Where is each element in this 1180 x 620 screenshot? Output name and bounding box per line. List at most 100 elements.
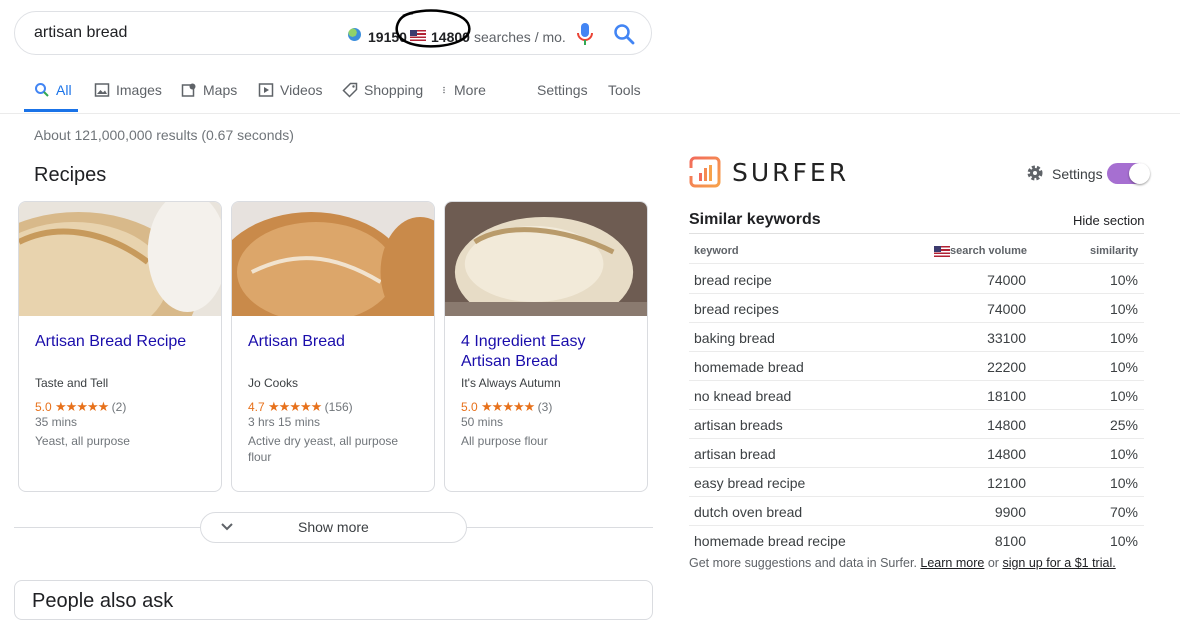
- tab-shopping-label: Shopping: [364, 82, 424, 98]
- recipe-source: Taste and Tell: [35, 376, 109, 390]
- show-more-label: Show more: [298, 519, 369, 535]
- recipe-image-bread: [19, 202, 221, 316]
- tab-maps[interactable]: Maps: [181, 82, 237, 98]
- volume-cell: 9900: [994, 504, 1026, 520]
- volume-cell: 12100: [987, 475, 1026, 491]
- recipe-title-link[interactable]: 4 Ingredient Easy Artisan Bread: [461, 332, 636, 372]
- volume-cell: 18100: [987, 388, 1026, 404]
- keyword-cell[interactable]: no knead bread: [694, 388, 791, 404]
- keyword-row: easy bread recipe 12100 10%: [689, 468, 1144, 497]
- keyword-cell[interactable]: homemade bread: [694, 359, 804, 375]
- similarity-cell: 10%: [1109, 446, 1138, 462]
- toggle-knob[interactable]: [1129, 163, 1150, 184]
- tab-all-label: All: [56, 82, 72, 98]
- hand-drawn-circle-annotation: [395, 9, 471, 48]
- tab-images[interactable]: Images: [94, 82, 162, 98]
- recipe-rating: 5.0 ★★★★★ (2): [35, 399, 126, 415]
- recipe-time: 35 mins: [35, 415, 78, 429]
- star-rating-icons: ★★★★★: [268, 399, 322, 414]
- recipe-title-link[interactable]: Artisan Bread: [248, 332, 423, 352]
- tab-settings[interactable]: Settings: [537, 82, 588, 98]
- recipe-rating: 5.0 ★★★★★ (3): [461, 399, 552, 415]
- keyword-row: artisan breads 14800 25%: [689, 410, 1144, 439]
- tab-videos-label: Videos: [280, 82, 323, 98]
- tab-tools[interactable]: Tools: [608, 82, 641, 98]
- keyword-cell[interactable]: easy bread recipe: [694, 475, 805, 491]
- keyword-cell[interactable]: baking bread: [694, 330, 775, 346]
- rating-value: 4.7: [248, 400, 265, 414]
- similarity-cell: 10%: [1109, 388, 1138, 404]
- keyword-cell[interactable]: bread recipe: [694, 272, 772, 288]
- tab-tools-label: Tools: [608, 82, 641, 98]
- tab-more[interactable]: More: [440, 82, 486, 98]
- recipe-title-link[interactable]: Artisan Bread Recipe: [35, 332, 210, 352]
- map-icon: [181, 83, 196, 97]
- keyword-row: baking bread 33100 10%: [689, 323, 1144, 352]
- similarity-cell: 10%: [1109, 301, 1138, 317]
- surfer-settings-label[interactable]: Settings: [1052, 166, 1103, 182]
- recipe-ingredients: Yeast, all purpose: [35, 434, 130, 448]
- volume-cell: 14800: [987, 446, 1026, 462]
- keyword-cell[interactable]: artisan bread: [694, 446, 776, 462]
- gear-icon[interactable]: [1025, 163, 1045, 183]
- keyword-cell[interactable]: artisan breads: [694, 417, 783, 433]
- column-header-keyword[interactable]: keyword: [694, 245, 739, 257]
- keyword-row: bread recipes 74000 10%: [689, 294, 1144, 323]
- volume-cell: 74000: [987, 272, 1026, 288]
- result-stats: About 121,000,000 results (0.67 seconds): [34, 127, 294, 143]
- surfer-wordmark: SURFER: [732, 158, 850, 187]
- hide-section-link[interactable]: Hide section: [1073, 213, 1145, 228]
- search-icon: [35, 83, 49, 97]
- video-icon: [258, 83, 274, 97]
- tab-images-label: Images: [116, 82, 162, 98]
- tag-icon: [342, 82, 358, 98]
- recipe-card[interactable]: 4 Ingredient Easy Artisan Bread It's Alw…: [444, 201, 648, 492]
- divider: [689, 263, 1144, 264]
- similar-keywords-title: Similar keywords: [689, 211, 821, 228]
- recipe-image-bread: [445, 202, 647, 316]
- column-header-volume[interactable]: search volume: [950, 245, 1027, 257]
- recipe-rating: 4.7 ★★★★★ (156): [248, 399, 353, 415]
- image-icon: [94, 83, 110, 97]
- recipe-image-bread: [232, 202, 434, 316]
- review-count: (3): [537, 400, 553, 414]
- tab-videos[interactable]: Videos: [258, 82, 323, 98]
- divider: [0, 113, 1180, 114]
- similarity-cell: 10%: [1109, 359, 1138, 375]
- recipe-time: 3 hrs 15 mins: [248, 415, 321, 429]
- recipe-card[interactable]: Artisan Bread Recipe Taste and Tell 5.0 …: [18, 201, 222, 492]
- recipes-heading: Recipes: [34, 164, 107, 186]
- keyword-cell[interactable]: homemade bread recipe: [694, 533, 846, 549]
- chevron-down-icon: [221, 523, 233, 531]
- recipe-time: 50 mins: [461, 415, 504, 429]
- search-icon[interactable]: [613, 23, 635, 45]
- star-rating-icons: ★★★★★: [481, 399, 535, 414]
- volume-cell: 14800: [987, 417, 1026, 433]
- active-tab-indicator: [24, 109, 78, 112]
- trial-signup-link[interactable]: sign up for a $1 trial.: [1002, 556, 1115, 570]
- learn-more-link[interactable]: Learn more: [920, 556, 984, 570]
- rating-value: 5.0: [35, 400, 52, 414]
- recipe-source: Jo Cooks: [248, 376, 299, 390]
- tab-shopping[interactable]: Shopping: [342, 82, 423, 98]
- similarity-cell: 10%: [1109, 272, 1138, 288]
- similarity-cell: 10%: [1109, 533, 1138, 549]
- keyword-row: homemade bread recipe 8100 10%: [689, 526, 1144, 555]
- similarity-cell: 70%: [1109, 504, 1138, 520]
- search-volume-suffix: searches / mo.: [474, 29, 566, 45]
- search-query[interactable]: artisan bread: [34, 24, 127, 42]
- volume-cell: 33100: [987, 330, 1026, 346]
- tab-all[interactable]: All: [34, 82, 72, 98]
- star-rating-icons: ★★★★★: [55, 399, 109, 414]
- volume-cell: 74000: [987, 301, 1026, 317]
- recipe-source: It's Always Autumn: [461, 376, 561, 390]
- recipe-ingredients: Active dry yeast, all purpose flour: [248, 434, 399, 464]
- keyword-cell[interactable]: bread recipes: [694, 301, 779, 317]
- recipe-card[interactable]: Artisan Bread Jo Cooks 4.7 ★★★★★ (156) 3…: [231, 201, 435, 492]
- us-flag-icon: [934, 246, 950, 257]
- more-vert-icon: [443, 86, 445, 94]
- keyword-cell[interactable]: dutch oven bread: [694, 504, 802, 520]
- review-count: (2): [111, 400, 127, 414]
- microphone-icon[interactable]: [575, 22, 595, 46]
- column-header-similarity[interactable]: similarity: [1090, 245, 1138, 257]
